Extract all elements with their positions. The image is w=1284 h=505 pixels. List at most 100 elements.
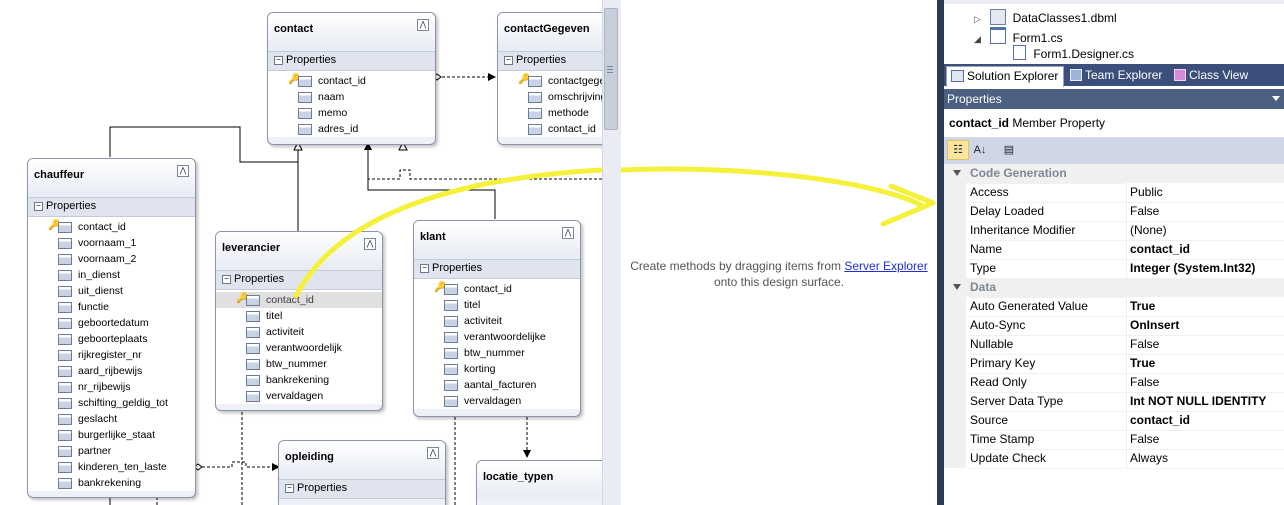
entity-property-row[interactable]: memo (268, 105, 435, 121)
property-row[interactable]: Source contact_id (944, 411, 1284, 431)
property-row[interactable]: Access Public (944, 183, 1284, 203)
property-value[interactable]: True (1126, 354, 1284, 374)
entity-property-row[interactable]: bankrekening (216, 372, 382, 388)
tree-node-dataclasses[interactable]: ▷ DataClasses1.dbml (974, 9, 1117, 25)
tree-node-form1-designer[interactable]: Form1.Designer.cs (1013, 45, 1134, 61)
entity-property-row[interactable]: korting (414, 361, 580, 377)
entity-property-row[interactable]: functie (28, 299, 195, 315)
entity-leverancier[interactable]: leverancier ⋀ − Properties 🔑 contact_id ti… (215, 231, 383, 411)
properties-section[interactable]: − Properties (414, 259, 580, 279)
property-grid[interactable]: Code Generation Access Public Delay Loaded F… (944, 164, 1284, 505)
entity-property-row[interactable]: 🔑 contact_id (28, 219, 195, 235)
properties-section[interactable]: − Properties (279, 479, 445, 499)
entity-property-row[interactable]: vervaldagen (216, 388, 382, 404)
collapse-section-icon[interactable]: − (274, 56, 283, 65)
entity-property-row[interactable]: voornaam_1 (28, 235, 195, 251)
property-row[interactable]: Delay Loaded False (944, 202, 1284, 222)
entity-property-row[interactable]: bankrekening (28, 475, 195, 491)
entity-property-row[interactable]: aard_rijbewijs (28, 363, 195, 379)
entity-property-row[interactable]: btw_nummer (216, 356, 382, 372)
server-explorer-link[interactable]: Server Explorer (844, 259, 927, 273)
entity-property-row[interactable]: 🔑 contact_id (414, 281, 580, 297)
entity-property-row[interactable]: 🔑 contact_id (216, 292, 382, 308)
collapse-category-icon[interactable] (953, 284, 961, 290)
properties-title-bar[interactable]: Properties (944, 89, 1284, 109)
property-category[interactable]: Code Generation (944, 164, 1284, 184)
property-row[interactable]: Auto Generated Value True (944, 297, 1284, 317)
property-value[interactable]: True (1126, 297, 1284, 317)
property-value[interactable]: Always (1126, 449, 1284, 469)
entity-property-row[interactable]: 🔑 contactgege (498, 73, 602, 89)
property-row[interactable]: Update Check Always (944, 449, 1284, 469)
entity-property-row[interactable]: activiteit (216, 324, 382, 340)
property-row[interactable]: Server Data Type Int NOT NULL IDENTITY (944, 392, 1284, 412)
property-row[interactable]: Type Integer (System.Int32) (944, 259, 1284, 279)
entity-property-row[interactable]: aantal_facturen (414, 377, 580, 393)
entity-contactgegeven[interactable]: contactGegeven − Properties 🔑 contactgege… (497, 12, 602, 145)
entity-property-row[interactable]: activiteit (414, 313, 580, 329)
entity-property-row[interactable]: verantwoordelijke (414, 329, 580, 345)
collapse-icon[interactable]: ⋀ (417, 19, 429, 31)
property-row[interactable]: Primary Key True (944, 354, 1284, 374)
entity-property-row[interactable]: titel (414, 297, 580, 313)
entity-property-row[interactable]: titel (216, 308, 382, 324)
properties-section[interactable]: − Properties (216, 270, 382, 290)
entity-property-row[interactable]: omschrijving (498, 89, 602, 105)
entity-property-row[interactable]: schifting_geldig_tot (28, 395, 195, 411)
property-value[interactable]: False (1126, 202, 1284, 222)
property-row[interactable]: Name contact_id (944, 240, 1284, 260)
property-value[interactable]: (None) (1126, 221, 1284, 241)
property-value[interactable]: OnInsert (1126, 316, 1284, 336)
property-value[interactable]: False (1126, 335, 1284, 355)
property-value[interactable]: Int NOT NULL IDENTITY (1126, 392, 1284, 412)
tab-team-explorer[interactable]: Team Explorer (1066, 66, 1166, 86)
properties-section[interactable]: − Properties (498, 51, 602, 71)
tab-solution-explorer[interactable]: Solution Explorer (946, 66, 1064, 87)
collapse-icon[interactable]: ◢ (974, 34, 981, 44)
methods-pane[interactable]: Create methods by dragging items from Se… (621, 0, 937, 505)
collapse-section-icon[interactable]: − (34, 202, 43, 211)
property-value[interactable]: False (1126, 373, 1284, 393)
entity-property-row[interactable]: nr_rijbewijs (28, 379, 195, 395)
collapse-category-icon[interactable] (953, 170, 961, 176)
entity-property-row[interactable]: geboortedatum (28, 315, 195, 331)
alphabetical-sort-icon[interactable]: A↓ (970, 141, 990, 159)
property-row[interactable]: Inheritance Modifier (None) (944, 221, 1284, 241)
property-row[interactable]: Time Stamp False (944, 430, 1284, 450)
entity-property-row[interactable]: 🔑 contact_id (268, 73, 435, 89)
property-value[interactable]: Integer (System.Int32) (1126, 259, 1284, 279)
dbml-design-surface[interactable]: contact ⋀ − Properties 🔑 contact_id naam … (0, 0, 602, 505)
entity-contact[interactable]: contact ⋀ − Properties 🔑 contact_id naam … (267, 12, 436, 145)
property-pages-icon[interactable]: ▤ (999, 141, 1019, 159)
property-value[interactable]: contact_id (1126, 411, 1284, 431)
collapse-icon[interactable]: ⋀ (177, 165, 189, 177)
selected-object-combo[interactable]: contact_id Member Property (944, 109, 1284, 138)
property-category[interactable]: Data (944, 278, 1284, 298)
property-value[interactable]: contact_id (1126, 240, 1284, 260)
entity-klant[interactable]: klant ⋀ − Properties 🔑 contact_id titel act… (413, 220, 581, 417)
entity-property-row[interactable]: methode (498, 105, 602, 121)
collapse-section-icon[interactable]: − (504, 56, 513, 65)
property-row[interactable]: Auto-Sync OnInsert (944, 316, 1284, 336)
property-row[interactable]: Read Only False (944, 373, 1284, 393)
entity-property-row[interactable]: verantwoordelijk (216, 340, 382, 356)
collapse-section-icon[interactable]: − (420, 264, 429, 273)
tab-class-view[interactable]: Class View (1170, 66, 1260, 86)
entity-property-row[interactable]: rijkregister_nr (28, 347, 195, 363)
property-value[interactable]: False (1126, 430, 1284, 450)
property-value[interactable]: Public (1126, 183, 1284, 203)
collapse-section-icon[interactable]: − (285, 484, 294, 493)
entity-property-row[interactable]: btw_nummer (414, 345, 580, 361)
solution-explorer-tree[interactable]: ▷ DataClasses1.dbml ◢ Form1.cs Form1.Des… (944, 0, 1284, 64)
property-row[interactable]: Nullable False (944, 335, 1284, 355)
entity-property-row[interactable]: adres_id (268, 121, 435, 137)
entity-property-row[interactable]: vervaldagen (414, 393, 580, 409)
entity-property-row[interactable]: kinderen_ten_laste (28, 459, 195, 475)
entity-property-row[interactable]: voornaam_2 (28, 251, 195, 267)
entity-locatie-typen[interactable]: locatie_typen (476, 460, 602, 505)
entity-property-row[interactable]: burgerlijke_staat (28, 427, 195, 443)
entity-property-row[interactable]: uit_dienst (28, 283, 195, 299)
entity-property-row[interactable]: contact_id (498, 121, 602, 137)
entity-chauffeur[interactable]: chauffeur ⋀ − Properties 🔑 contact_id voor… (27, 158, 196, 498)
entity-property-row[interactable]: in_dienst (28, 267, 195, 283)
